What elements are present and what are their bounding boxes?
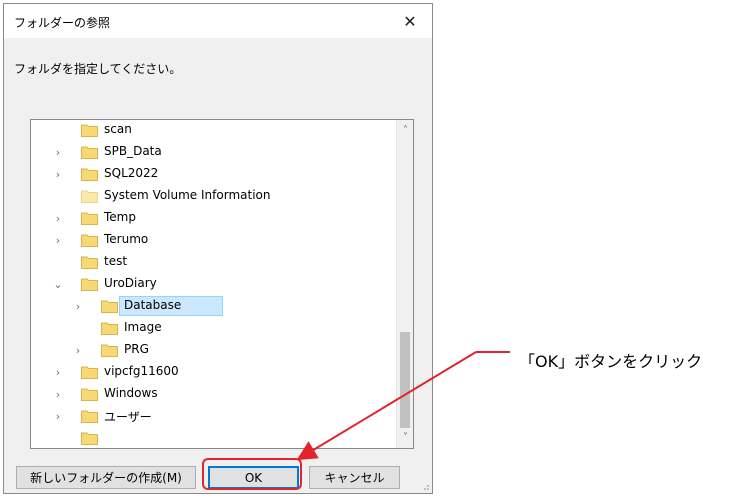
tree-item[interactable]: › Windows	[31, 383, 395, 405]
chevron-right-icon[interactable]: ›	[53, 212, 63, 225]
chevron-right-icon[interactable]: ›	[53, 168, 63, 181]
scroll-thumb[interactable]	[400, 332, 410, 428]
instruction-text: フォルダを指定してください。	[14, 62, 182, 76]
folder-icon	[81, 212, 98, 225]
tree-item[interactable]: System Volume Information	[31, 185, 395, 207]
chevron-down-icon[interactable]: ⌄	[53, 278, 63, 291]
tree-item[interactable]: › ユーザー	[31, 405, 395, 427]
folder-icon	[81, 366, 98, 379]
tree-item-label: UroDiary	[104, 276, 157, 290]
chevron-right-icon[interactable]: ›	[53, 146, 63, 159]
tree-item-label: Database	[124, 298, 182, 312]
chevron-right-icon[interactable]: ›	[53, 388, 63, 401]
chevron-right-icon[interactable]: ›	[73, 300, 83, 313]
tree-item-label: System Volume Information	[104, 188, 271, 202]
tree-item[interactable]: › SQL2022	[31, 163, 395, 185]
folder-icon	[81, 234, 98, 247]
folder-icon	[81, 124, 98, 137]
folder-icon	[81, 278, 98, 291]
chevron-right-icon[interactable]: ›	[73, 344, 83, 357]
chevron-right-icon[interactable]: ›	[53, 234, 63, 247]
cancel-button-label: キャンセル	[324, 471, 385, 485]
tree-item-label: Image	[124, 320, 162, 334]
close-button[interactable]: ✕	[388, 4, 432, 38]
dialog-title: フォルダーの参照	[14, 16, 111, 30]
tree-item-label: SQL2022	[104, 166, 159, 180]
tree-item-label: vipcfg11600	[104, 364, 179, 378]
folder-browse-dialog: フォルダーの参照 ✕ フォルダを指定してください。 › ユーザー › Windows ›…	[3, 3, 433, 494]
resize-grip-icon[interactable]	[420, 481, 430, 491]
tree-item[interactable]	[31, 427, 395, 448]
folder-icon	[81, 146, 98, 159]
tree-item-label: ユーザー	[104, 410, 152, 424]
title-bar: フォルダーの参照 ✕	[4, 4, 432, 38]
tree-item[interactable]: › Temp	[31, 207, 395, 229]
tree-item-label: PRG	[124, 342, 149, 356]
folder-tree[interactable]: › ユーザー › Windows › vipcfg11600 › PRG Image › Datab…	[30, 119, 414, 449]
tree-item-label: Terumo	[104, 232, 149, 246]
chevron-right-icon[interactable]: ›	[53, 366, 63, 379]
tree-item-label: test	[104, 254, 128, 268]
folder-icon	[81, 256, 98, 269]
new-folder-button[interactable]: 新しいフォルダーの作成(M)	[16, 466, 196, 489]
chevron-right-icon[interactable]: ›	[53, 410, 63, 423]
folder-icon	[81, 410, 98, 423]
folder-icon	[81, 388, 98, 401]
scroll-up-button[interactable]: ˄	[397, 122, 413, 139]
tree-item-label: Temp	[104, 210, 136, 224]
new-folder-button-label: 新しいフォルダーの作成(M)	[30, 471, 182, 485]
tree-item-label: scan	[104, 122, 132, 136]
folder-icon	[101, 300, 118, 313]
tree-item[interactable]: ⌄ UroDiary	[31, 273, 395, 295]
tree-item[interactable]: scan	[31, 120, 395, 141]
tree-item[interactable]: › Terumo	[31, 229, 395, 251]
tree-item-label: SPB_Data	[104, 144, 162, 158]
tree-item[interactable]: Image	[31, 317, 395, 339]
folder-icon	[81, 190, 98, 203]
tree-item[interactable]: test	[31, 251, 395, 273]
scroll-down-button[interactable]: ˅	[397, 429, 413, 446]
tree-item[interactable]: › vipcfg11600	[31, 361, 395, 383]
cancel-button[interactable]: キャンセル	[309, 466, 400, 489]
tree-item-label: Windows	[104, 386, 158, 400]
callout-text: 「OK」ボタンをクリック	[519, 352, 703, 371]
folder-icon	[101, 344, 118, 357]
tree-item[interactable]: › PRG	[31, 339, 395, 361]
ok-button-highlight	[202, 458, 302, 490]
tree-item[interactable]: › Database	[31, 295, 395, 317]
scroll-up-icon: ˄	[403, 125, 408, 136]
close-icon: ✕	[403, 11, 417, 31]
folder-icon	[81, 168, 98, 181]
vertical-scrollbar[interactable]: ˄ ˅	[396, 120, 413, 448]
folder-icon	[81, 432, 98, 445]
folder-icon	[101, 322, 118, 335]
tree-item[interactable]: › SPB_Data	[31, 141, 395, 163]
scroll-down-icon: ˅	[403, 432, 408, 443]
